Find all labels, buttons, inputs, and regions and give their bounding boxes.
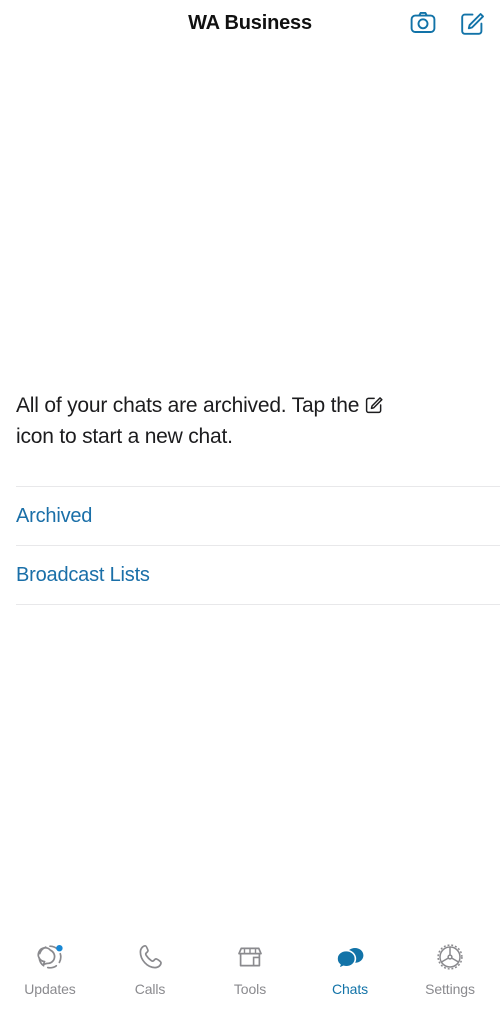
tab-label: Tools: [233, 981, 267, 997]
list-item-label: Archived: [16, 504, 93, 527]
tab-label: Updates: [24, 981, 76, 997]
empty-state-message: All of your chats are archived. Tap the …: [16, 390, 492, 452]
tab-chats[interactable]: Chats: [300, 940, 400, 997]
tab-label: Calls: [134, 981, 166, 997]
header-actions: [410, 10, 486, 36]
settings-icon: [434, 940, 466, 974]
tab-settings[interactable]: Settings: [400, 940, 500, 997]
divider: [16, 604, 500, 605]
tab-updates[interactable]: Updates: [0, 940, 100, 997]
tab-calls[interactable]: Calls: [100, 940, 200, 997]
compose-icon: [365, 395, 384, 414]
list-item-label: Broadcast Lists: [16, 563, 150, 586]
compose-icon[interactable]: [460, 10, 486, 36]
empty-state-message-line1: All of your chats are archived. Tap the: [16, 394, 360, 417]
tab-label: Chats: [331, 981, 369, 997]
tab-tools[interactable]: Tools: [200, 940, 300, 997]
updates-icon: [34, 940, 66, 974]
chats-content: All of your chats are archived. Tap the …: [0, 46, 500, 924]
list-item-archived[interactable]: Archived: [0, 487, 500, 545]
calls-icon: [134, 940, 166, 974]
tools-icon: [234, 940, 266, 974]
tab-label: Settings: [425, 981, 475, 997]
app-header: WA Business: [0, 0, 500, 46]
bottom-tab-bar: Updates Calls Tools Chats Settings: [0, 924, 500, 1020]
list-item-broadcast-lists[interactable]: Broadcast Lists: [0, 546, 500, 604]
shortcut-list: Archived Broadcast Lists: [0, 486, 500, 605]
empty-state-message-line2: icon to start a new chat.: [16, 425, 233, 448]
chats-icon: [334, 940, 366, 974]
camera-icon[interactable]: [410, 10, 436, 36]
